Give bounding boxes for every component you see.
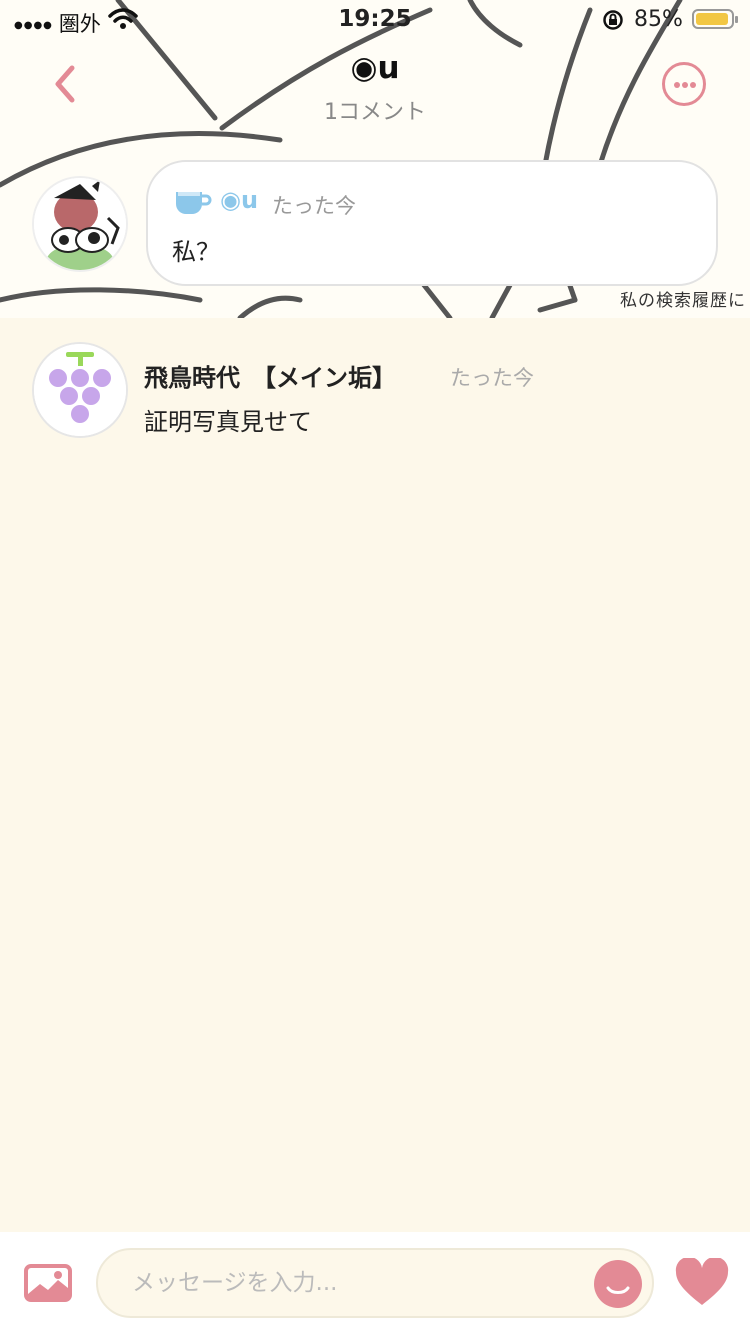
background-caption: 私の検索履歴に [620,291,746,311]
heart-icon[interactable] [674,1258,730,1308]
more-icon[interactable] [662,62,706,106]
comment-count: 1コメント [324,100,426,125]
battery-percent: 85% [634,7,683,32]
page-title: ◉u [350,50,400,86]
reply-text: 証明写真見せて [144,408,312,436]
grape-icon [34,344,126,436]
top-comment-bubble: ◉u たった今 私？ [146,160,718,286]
character-avatar-image [34,178,126,270]
cup-icon [176,192,212,214]
status-bar: ●●●● 圏外 19:25 85% [0,0,750,40]
reply-avatar[interactable] [32,342,128,438]
comment-time: たった今 [272,194,356,218]
message-input[interactable] [96,1248,654,1318]
battery-icon [692,9,738,29]
comment-text: 私？ [172,238,220,266]
emoji-icon[interactable] [594,1260,642,1308]
rotation-lock-icon [603,10,623,30]
reply-author[interactable]: 飛鳥時代 【メイン垢】 [144,358,396,393]
image-icon[interactable] [24,1264,72,1302]
reply-time: たった今 [450,366,534,390]
comment-author[interactable]: ◉u [220,186,258,214]
composer-bar [0,1232,750,1334]
avatar[interactable] [32,176,128,272]
